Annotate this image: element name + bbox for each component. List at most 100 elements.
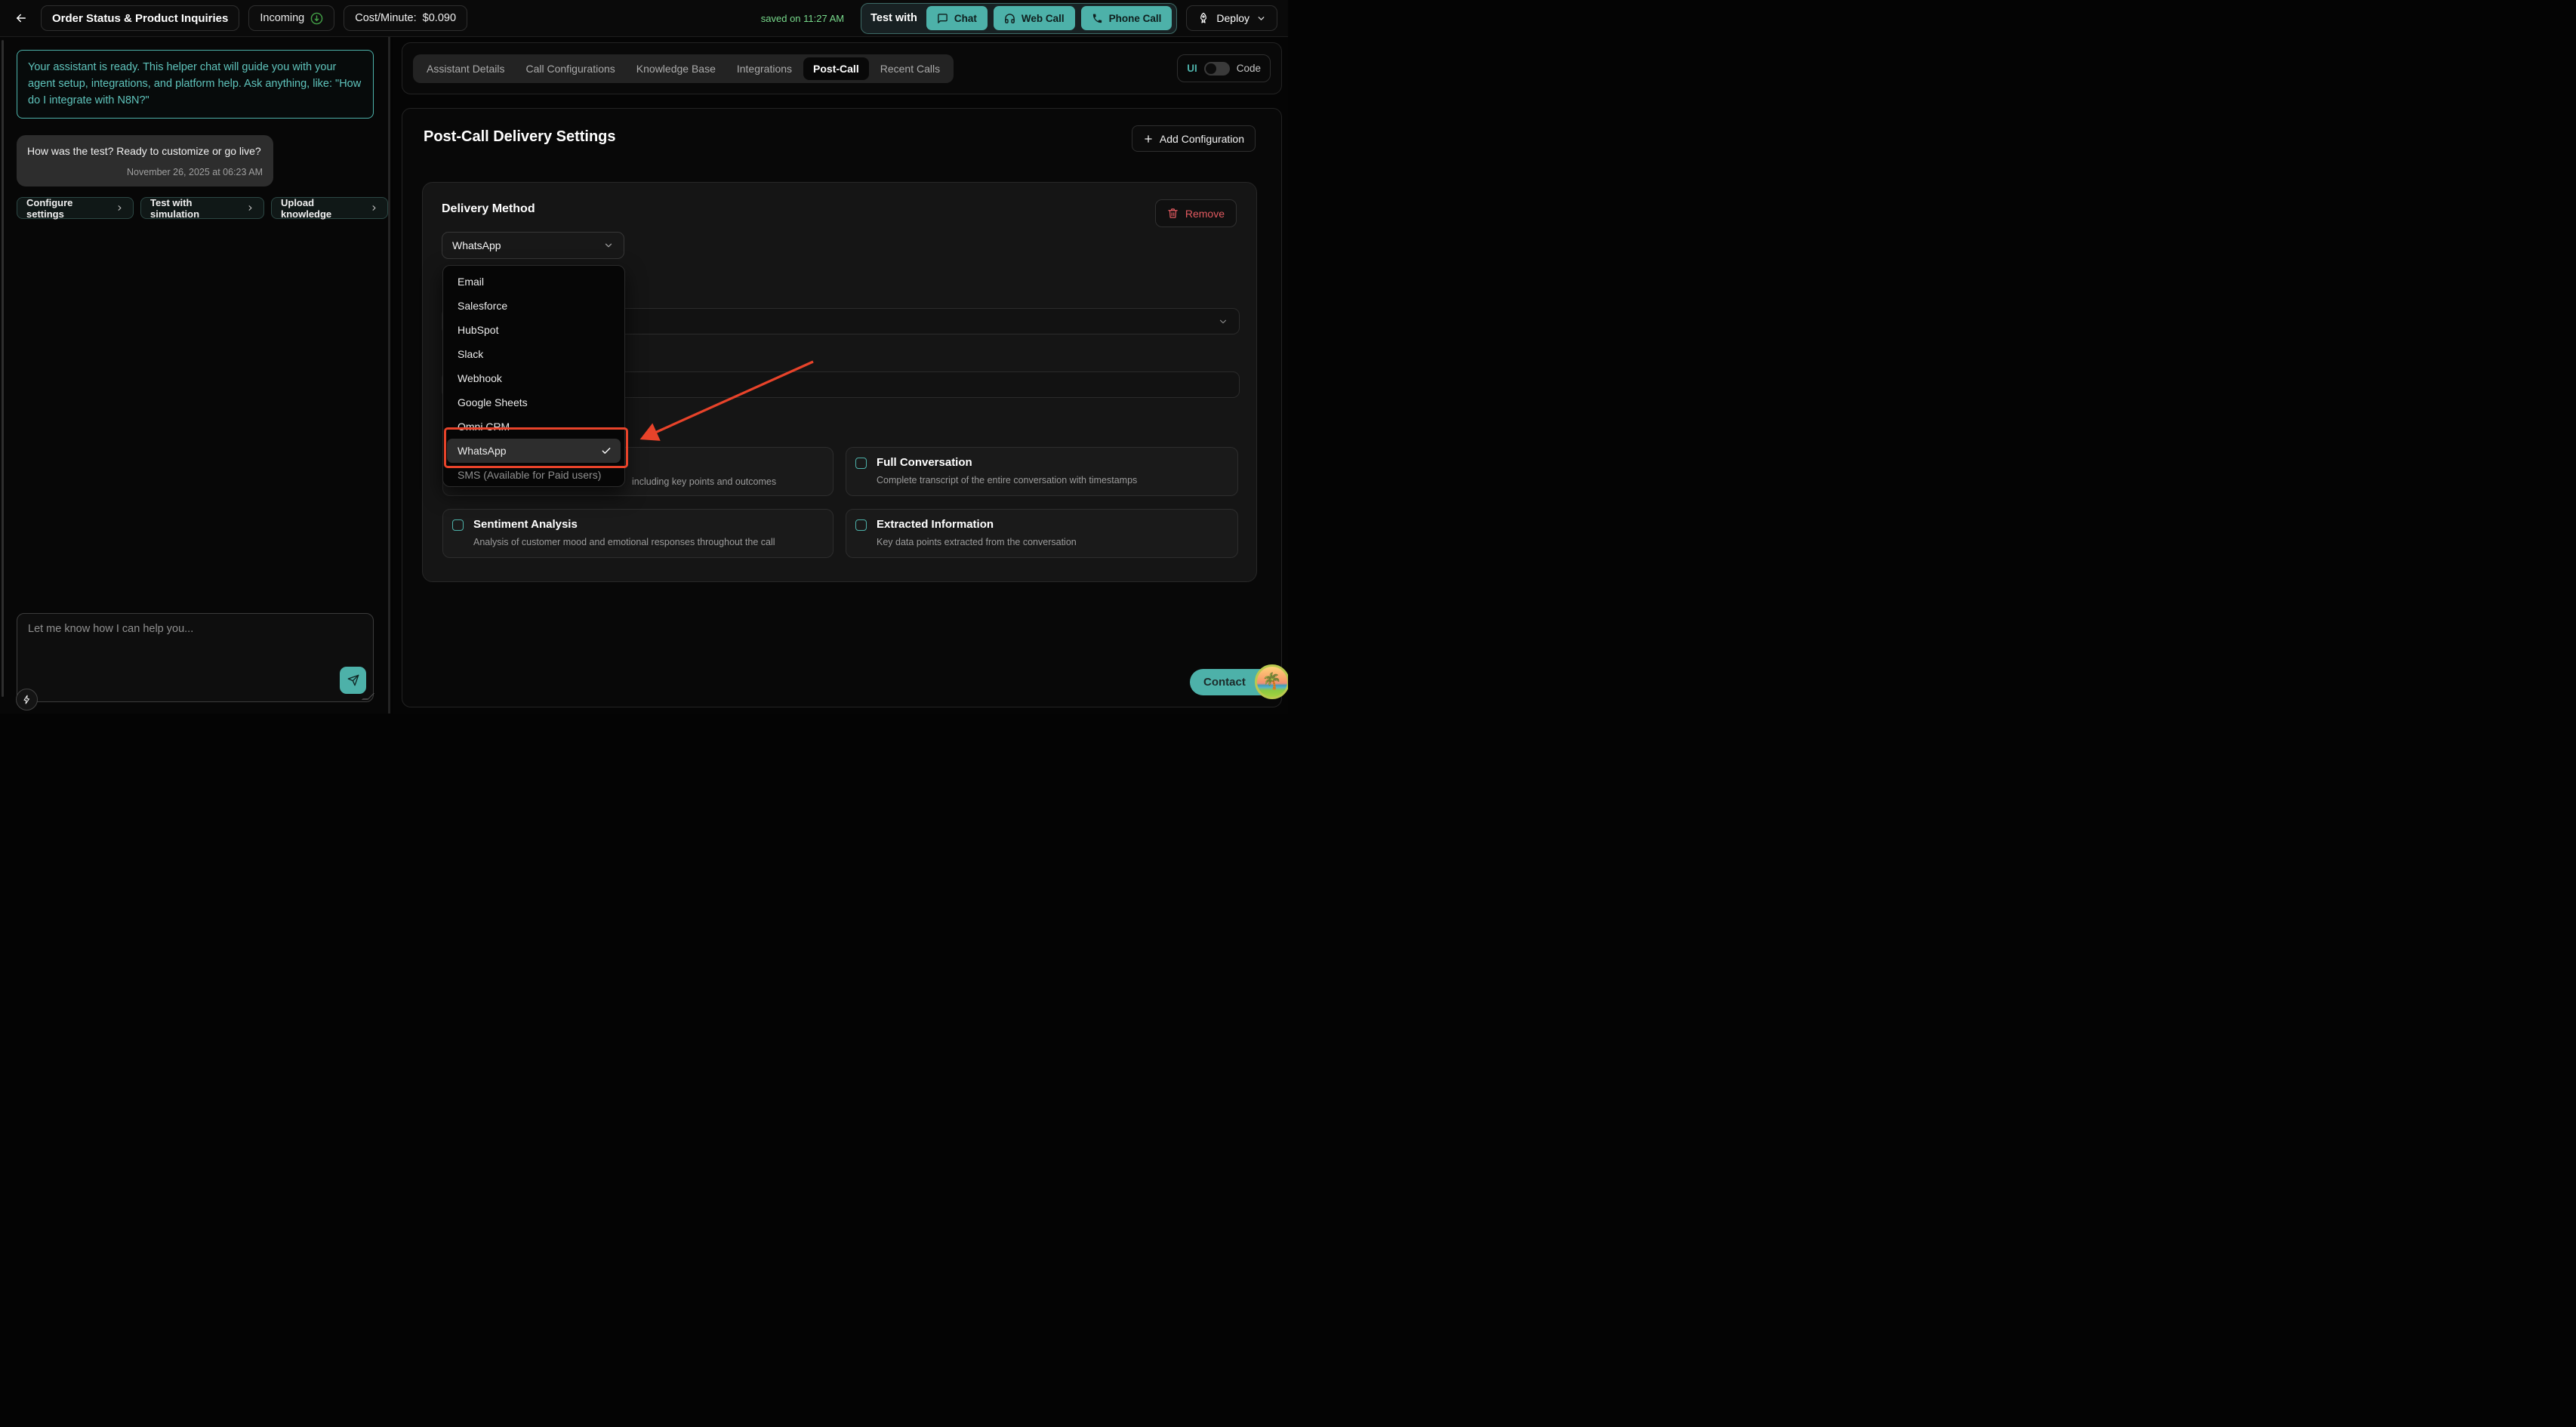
test-phone-call-label: Phone Call bbox=[1109, 13, 1162, 24]
assistant-message-text: How was the test? Ready to customize or … bbox=[27, 144, 263, 159]
tab-knowledge-base[interactable]: Knowledge Base bbox=[627, 57, 726, 80]
sentiment-analysis-checkbox[interactable] bbox=[452, 519, 464, 531]
toggle-switch[interactable] bbox=[1204, 62, 1230, 76]
dropdown-option-slack[interactable]: Slack bbox=[443, 342, 624, 366]
full-conversation-checkbox[interactable] bbox=[855, 458, 867, 469]
tab-call-configurations[interactable]: Call Configurations bbox=[516, 57, 624, 80]
tabs-header-panel: Assistant Details Call Configurations Kn… bbox=[402, 42, 1282, 94]
dropdown-option-webhook[interactable]: Webhook bbox=[443, 366, 624, 390]
quick-action-upload-knowledge[interactable]: Upload knowledge bbox=[271, 197, 388, 219]
sentiment-analysis-title: Sentiment Analysis bbox=[473, 518, 578, 531]
full-conversation-desc: Complete transcript of the entire conver… bbox=[877, 475, 1137, 485]
tab-recent-calls[interactable]: Recent Calls bbox=[870, 57, 950, 80]
sentiment-analysis-desc: Analysis of customer mood and emotional … bbox=[473, 537, 775, 547]
post-call-panel: Post-Call Delivery Settings Add Configur… bbox=[402, 108, 1282, 707]
quick-action-test-with-simulation[interactable]: Test with simulation bbox=[140, 197, 264, 219]
cost-per-minute-value: Cost/Minute: $0.090 bbox=[355, 12, 456, 24]
extracted-information-checkbox[interactable] bbox=[855, 519, 867, 531]
tab-integrations[interactable]: Integrations bbox=[727, 57, 802, 80]
helper-chat-panel: Your assistant is ready. This helper cha… bbox=[0, 37, 390, 714]
dropdown-option-email[interactable]: Email bbox=[443, 270, 624, 294]
deploy-button[interactable]: Deploy bbox=[1186, 5, 1277, 31]
test-phone-call-button[interactable]: Phone Call bbox=[1081, 6, 1172, 30]
contact-label: Contact bbox=[1203, 676, 1246, 689]
sidebar-scrollbar[interactable] bbox=[2, 40, 4, 697]
send-message-button[interactable] bbox=[340, 667, 366, 694]
assistant-message-bubble: How was the test? Ready to customize or … bbox=[17, 135, 273, 186]
circle-arrow-down-icon bbox=[310, 12, 323, 25]
dropdown-option-google-sheets[interactable]: Google Sheets bbox=[443, 390, 624, 415]
dropdown-option-whatsapp-label: WhatsApp bbox=[458, 445, 507, 457]
phone-icon bbox=[1092, 13, 1103, 24]
cost-per-minute-box: Cost/Minute: $0.090 bbox=[344, 5, 467, 31]
call-direction-value: Incoming bbox=[260, 12, 304, 24]
test-with-label: Test with bbox=[870, 12, 917, 24]
extracted-information-option-card: Extracted Information Key data points ex… bbox=[846, 509, 1238, 558]
dropdown-option-hubspot[interactable]: HubSpot bbox=[443, 318, 624, 342]
full-conversation-option-card: Full Conversation Complete transcript of… bbox=[846, 447, 1238, 496]
quick-actions-row: Configure settings Test with simulation … bbox=[17, 197, 388, 219]
arrow-left-icon bbox=[14, 11, 28, 25]
dropdown-option-whatsapp[interactable]: WhatsApp bbox=[447, 439, 621, 463]
extracted-information-title: Extracted Information bbox=[877, 518, 994, 531]
delivery-method-value: WhatsApp bbox=[452, 239, 501, 251]
boost-button[interactable] bbox=[16, 689, 38, 710]
call-summary-desc-partial: including key points and outcomes bbox=[632, 476, 776, 487]
main-content: Assistant Details Call Configurations Kn… bbox=[393, 37, 1288, 714]
test-chat-label: Chat bbox=[954, 13, 977, 24]
tab-assistant-details[interactable]: Assistant Details bbox=[417, 57, 514, 80]
app-window: Order Status & Product Inquiries Incomin… bbox=[0, 0, 1288, 714]
textarea-resize-handle[interactable] bbox=[362, 693, 375, 700]
test-with-group: Test with Chat Web Call Phone Call bbox=[861, 3, 1177, 34]
back-button[interactable] bbox=[11, 8, 32, 29]
assistant-title-box[interactable]: Order Status & Product Inquiries bbox=[41, 5, 239, 31]
lightning-bolt-icon bbox=[22, 695, 32, 704]
deploy-label: Deploy bbox=[1216, 12, 1249, 24]
delivery-method-select[interactable]: WhatsApp bbox=[442, 232, 624, 259]
quick-action-label: Upload knowledge bbox=[281, 197, 365, 220]
delivery-configuration-card: Delivery Method Remove WhatsApp bbox=[422, 182, 1257, 582]
dropdown-option-salesforce[interactable]: Salesforce bbox=[443, 294, 624, 318]
toggle-knob bbox=[1206, 63, 1216, 74]
tab-bar: Assistant Details Call Configurations Kn… bbox=[413, 54, 954, 83]
chevron-down-icon bbox=[603, 240, 614, 251]
extracted-information-desc: Key data points extracted from the conve… bbox=[877, 537, 1077, 547]
remove-label: Remove bbox=[1185, 208, 1225, 220]
test-web-call-button[interactable]: Web Call bbox=[994, 6, 1075, 30]
top-bar: Order Status & Product Inquiries Incomin… bbox=[0, 0, 1288, 37]
tropical-island-icon: 🌴 bbox=[1255, 664, 1288, 699]
chevron-right-icon bbox=[246, 204, 254, 212]
quick-action-label: Configure settings bbox=[26, 197, 111, 220]
chevron-down-icon bbox=[1256, 14, 1266, 23]
assistant-ready-text: Your assistant is ready. This helper cha… bbox=[28, 61, 361, 106]
code-toggle-label: Code bbox=[1237, 63, 1261, 74]
ui-toggle-label: UI bbox=[1187, 63, 1197, 74]
chevron-right-icon bbox=[370, 204, 378, 212]
chevron-right-icon bbox=[116, 204, 124, 212]
add-configuration-label: Add Configuration bbox=[1160, 133, 1244, 145]
helper-chat-input[interactable]: Let me know how I can help you... bbox=[17, 613, 374, 702]
page-title: Post-Call Delivery Settings bbox=[424, 128, 616, 146]
dropdown-option-sms: SMS (Available for Paid users) bbox=[443, 463, 624, 487]
sentiment-analysis-option-card: Sentiment Analysis Analysis of customer … bbox=[442, 509, 834, 558]
add-configuration-button[interactable]: Add Configuration bbox=[1132, 125, 1256, 152]
contact-button[interactable]: Contact 🌴 bbox=[1190, 669, 1285, 695]
test-web-call-label: Web Call bbox=[1021, 13, 1065, 24]
remove-configuration-button[interactable]: Remove bbox=[1155, 199, 1237, 227]
speech-bubble-icon bbox=[937, 13, 948, 24]
checkmark-icon bbox=[601, 445, 612, 456]
ui-code-toggle[interactable]: UI Code bbox=[1177, 54, 1271, 82]
paper-plane-icon bbox=[347, 674, 359, 686]
plus-icon bbox=[1143, 134, 1154, 144]
saved-status: saved on 11:27 AM bbox=[761, 13, 844, 24]
chevron-down-icon bbox=[1218, 316, 1228, 327]
full-conversation-title: Full Conversation bbox=[877, 456, 972, 469]
trash-icon bbox=[1167, 208, 1179, 219]
delivery-method-dropdown: Email Salesforce HubSpot Slack Webhook G… bbox=[442, 265, 625, 487]
test-chat-button[interactable]: Chat bbox=[926, 6, 988, 30]
tab-post-call[interactable]: Post-Call bbox=[803, 57, 869, 80]
call-direction-select[interactable]: Incoming bbox=[248, 5, 334, 31]
helper-chat-placeholder: Let me know how I can help you... bbox=[28, 623, 193, 635]
quick-action-configure-settings[interactable]: Configure settings bbox=[17, 197, 134, 219]
dropdown-option-omni-crm[interactable]: Omni CRM bbox=[443, 415, 624, 439]
